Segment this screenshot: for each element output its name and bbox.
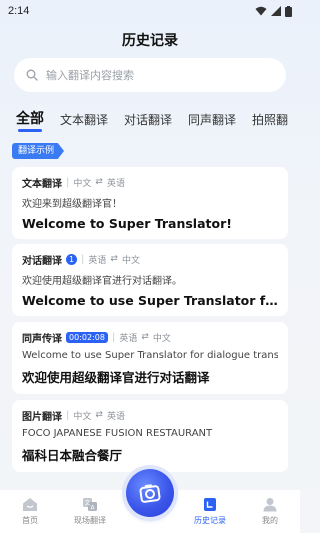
card-header: 图片翻译 | 中文 ⇄ 英语: [22, 408, 278, 423]
card-header: 同声传译 00:02:08 | 英语 ⇄ 中文: [22, 330, 278, 345]
status-time: 2:14: [8, 5, 30, 17]
count-badge: 1: [66, 253, 77, 265]
translated-text: Welcome to use Super Translator for di..…: [22, 293, 278, 308]
target-language: 英语: [106, 178, 125, 189]
page-title: 历史记录: [122, 33, 178, 49]
history-card-photo[interactable]: 图片翻译 | 中文 ⇄ 英语 FOCO JAPANESE FUSION REST…: [12, 400, 288, 472]
status-icons: [255, 5, 292, 17]
nav-label: 历史记录: [194, 516, 226, 525]
card-header: 文本翻译 | 中文 ⇄ 英语: [22, 175, 278, 190]
divider: |: [111, 331, 116, 343]
swap-icon: ⇄: [95, 410, 103, 420]
translated-text: 欢迎使用超级翻译官进行对话翻译: [22, 370, 210, 385]
history-card-simultaneous[interactable]: 同声传译 00:02:08 | 英语 ⇄ 中文 Welcome to use S…: [12, 322, 288, 394]
divider: |: [81, 253, 85, 265]
card-type: 同声传译: [22, 333, 62, 345]
profile-icon: [263, 498, 277, 512]
history-icon: [204, 498, 216, 511]
nav-label: 首页: [22, 516, 38, 525]
nav-label: 我的: [262, 516, 278, 525]
swap-icon: ⇄: [95, 177, 103, 187]
source-language: 英语: [119, 333, 138, 344]
card-type: 图片翻译: [22, 411, 62, 423]
nav-home[interactable]: 首页: [0, 490, 60, 533]
tab-text-translation[interactable]: 文本翻译: [60, 111, 108, 132]
card-header: 对话翻译 1 | 英语 ⇄ 中文: [22, 252, 278, 267]
tab-all[interactable]: 全部: [16, 108, 44, 132]
source-text: 欢迎使用超级翻译官进行对话翻译。: [22, 276, 182, 287]
status-bar: 2:14: [0, 0, 300, 22]
wifi-icon: [255, 6, 267, 16]
source-text: Welcome to use Super Translator for dial…: [22, 350, 278, 361]
tab-dialogue-translation[interactable]: 对话翻译: [124, 111, 172, 132]
translate-icon: 文 A: [83, 498, 97, 512]
nav-profile[interactable]: 我的: [240, 490, 300, 533]
search-bar[interactable]: [14, 58, 286, 92]
search-icon: [26, 69, 38, 81]
home-icon: [23, 498, 37, 511]
history-card-dialogue[interactable]: 对话翻译 1 | 英语 ⇄ 中文 欢迎使用超级翻译官进行对话翻译。 Welcom…: [12, 244, 288, 316]
source-language: 中文: [73, 178, 92, 189]
divider: |: [66, 409, 70, 421]
source-text: 欢迎来到超级翻译官！: [22, 199, 122, 210]
history-card-text[interactable]: 文本翻译 | 中文 ⇄ 英语 欢迎来到超级翻译官！ Welcome to Sup…: [12, 167, 288, 239]
battery-icon: [285, 5, 292, 17]
nav-history[interactable]: 历史记录: [180, 490, 240, 533]
target-language: 中文: [121, 255, 140, 266]
divider: |: [66, 176, 70, 188]
translated-text: 福科日本融合餐厅: [22, 448, 123, 463]
signal-icon: [271, 6, 281, 16]
camera-button[interactable]: [126, 469, 174, 517]
source-text: FOCO JAPANESE FUSION RESTAURANT: [22, 428, 213, 439]
target-language: 中文: [152, 333, 171, 344]
swap-icon: ⇄: [110, 254, 118, 264]
swap-icon: ⇄: [141, 332, 149, 342]
camera-icon: [139, 484, 161, 503]
card-type: 文本翻译: [22, 178, 62, 190]
search-input[interactable]: [46, 68, 274, 82]
card-type: 对话翻译: [22, 255, 62, 267]
source-language: 英语: [88, 255, 107, 266]
target-language: 英语: [106, 411, 125, 422]
source-language: 中文: [73, 411, 92, 422]
example-badge: 翻译示例: [12, 143, 65, 159]
tab-photo-translation[interactable]: 拍照翻: [252, 111, 288, 132]
category-tabs: 全部 文本翻译 对话翻译 同声翻译 拍照翻: [0, 106, 300, 132]
nav-label: 现场翻译: [74, 516, 106, 525]
duration-badge: 00:02:08: [66, 331, 108, 343]
tab-simultaneous-translation[interactable]: 同声翻译: [188, 111, 236, 132]
translated-text: Welcome to Super Translator!: [22, 216, 232, 231]
nav-live-translation[interactable]: 文 A 现场翻译: [60, 490, 120, 533]
